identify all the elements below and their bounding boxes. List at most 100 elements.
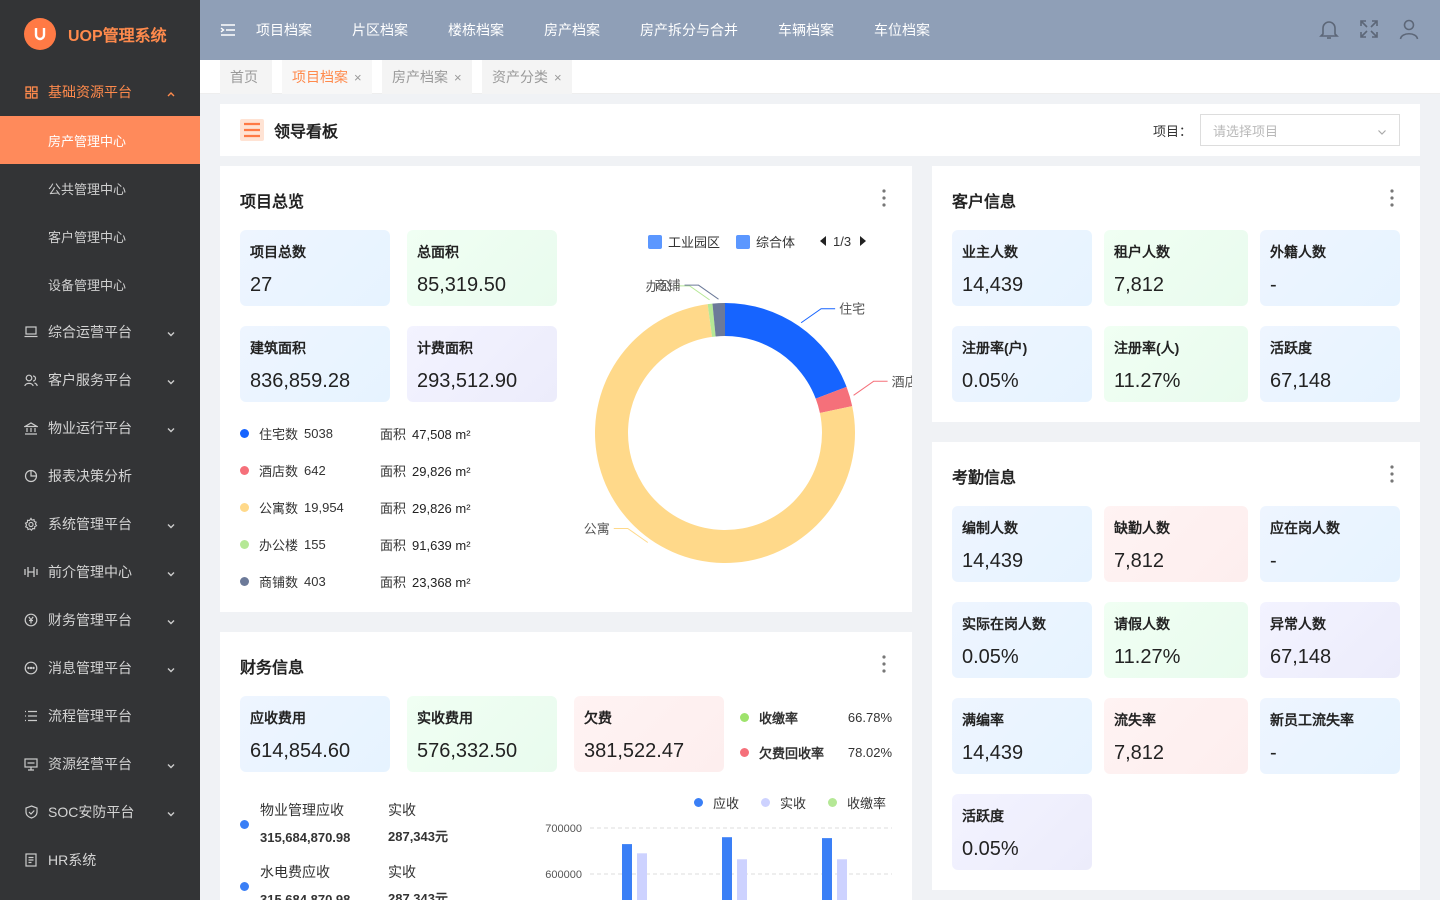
bar-0-1 (722, 837, 732, 900)
y-tick-1: 600000 (545, 869, 582, 881)
donut-label-4: 商铺 (655, 278, 681, 293)
sidebar-group-label: 流程管理平台 (48, 708, 132, 724)
signal-icon (24, 565, 38, 579)
sidebar-group-pre-intro[interactable]: 前介管理中心 (0, 548, 200, 596)
stat-label: 请假人数 (1114, 616, 1170, 632)
user-icon[interactable] (1398, 18, 1420, 40)
bar-0-2 (822, 838, 832, 900)
close-icon[interactable]: × (554, 70, 562, 85)
stat-reg-rate-person: 注册率(人) 11.27% (1104, 326, 1248, 402)
sidebar-group-basic-resources[interactable]: 基础资源平台 (0, 68, 200, 116)
sidebar-group-messages[interactable]: 消息管理平台 (0, 644, 200, 692)
monitor-icon (24, 757, 38, 771)
menu-fold-icon[interactable] (220, 22, 236, 38)
stat-tenant-count: 租户人数 7,812 (1104, 230, 1248, 306)
stat-absent: 缺勤人数 7,812 (1104, 506, 1248, 582)
stat-label: 异常人数 (1270, 616, 1326, 632)
nav-property-archive[interactable]: 房产档案 (544, 20, 600, 40)
sidebar-group-property-ops[interactable]: 物业运行平台 (0, 404, 200, 452)
sidebar-group-reports[interactable]: 报表决策分析 (0, 452, 200, 500)
sidebar-group-label: 综合运营平台 (48, 324, 132, 340)
stat-label: 业主人数 (962, 244, 1018, 260)
shield-icon (24, 805, 38, 819)
tab-project-archive[interactable]: 项目档案 × (282, 60, 372, 94)
project-overview-card: 项目总览 项目总数 27 总面积 85,319.50 建筑面积 836,859.… (220, 166, 912, 612)
finance-bar-chart: 700000 600000 (545, 823, 892, 900)
stat-reg-rate-household: 注册率(户) 0.05% (952, 326, 1092, 402)
sidebar-item-device-center[interactable]: 设备管理中心 (0, 260, 200, 308)
nav-project-archive[interactable]: 项目档案 (256, 20, 312, 40)
stat-value: 11.27% (1114, 646, 1181, 668)
sidebar-group-label: 消息管理平台 (48, 660, 132, 676)
tab-property-archive[interactable]: 房产档案 × (382, 60, 472, 94)
stat-actual-onduty: 实际在岗人数 0.05% (952, 602, 1092, 678)
stat-foreigner-count: 外籍人数 - (1260, 230, 1400, 306)
project-select[interactable]: 请选择项目 (1200, 114, 1400, 146)
bank-icon (24, 421, 38, 435)
nav-area-archive[interactable]: 片区档案 (352, 20, 408, 40)
bar-1-1 (737, 859, 747, 900)
chevron-down-icon (166, 518, 176, 529)
chevron-down-icon (166, 614, 176, 625)
nav-vehicle-archive[interactable]: 车辆档案 (778, 20, 834, 40)
stat-value: 67,148 (1270, 370, 1332, 392)
donut-leader-0 (800, 308, 836, 324)
tab-home[interactable]: 首页 (220, 60, 272, 94)
finance-card: 财务信息 应收费用 614,854.60 实收费用 576,332.50 欠费 … (220, 632, 912, 900)
donut-leader-3 (675, 285, 710, 301)
attendance-card: 考勤信息 编制人数 14,439 缺勤人数 7,812 应在岗人数 - 实际在岗人数 0… (932, 442, 1420, 890)
sidebar-group-label: 前介管理中心 (48, 564, 132, 580)
sidebar-group-workflow[interactable]: 流程管理平台 (0, 692, 200, 740)
sidebar: UOP管理系统 基础资源平台 房产管理中心 公共管理中心 客户管理中心 设备管理… (0, 0, 200, 900)
sidebar-group-hr[interactable]: HR系统 (0, 836, 200, 884)
page-title: 领导看板 (274, 124, 339, 141)
more-icon[interactable] (1390, 188, 1394, 208)
stat-label: 满编率 (962, 712, 1004, 728)
tab-label: 房产档案 (392, 69, 448, 85)
sidebar-group-label: 客户服务平台 (48, 372, 132, 388)
stat-label: 活跃度 (962, 808, 1004, 824)
sidebar-item-customer-center[interactable]: 客户管理中心 (0, 212, 200, 260)
sidebar-group-system[interactable]: 系统管理平台 (0, 500, 200, 548)
stat-value: 11.27% (1114, 370, 1181, 392)
sidebar-group-customer-service[interactable]: 客户服务平台 (0, 356, 200, 404)
close-icon[interactable]: × (354, 70, 362, 85)
nav-parking-archive[interactable]: 车位档案 (874, 20, 930, 40)
stat-value: 67,148 (1270, 646, 1332, 668)
stat-leave: 请假人数 11.27% (1104, 602, 1248, 678)
nav-building-archive[interactable]: 楼栋档案 (448, 20, 504, 40)
sidebar-group-label: 报表决策分析 (48, 468, 132, 484)
fullscreen-icon[interactable] (1358, 18, 1380, 40)
chevron-down-icon (1377, 125, 1387, 135)
stat-label: 注册率(户) (962, 340, 1028, 356)
message-icon (24, 661, 38, 675)
dashboard-titlebar: 领导看板 项目： 请选择项目 (220, 104, 1420, 156)
stat-label: 活跃度 (1270, 340, 1312, 356)
more-icon[interactable] (1390, 464, 1394, 484)
tab-asset-category[interactable]: 资产分类 × (482, 60, 572, 94)
sidebar-group-soc[interactable]: SOC安防平台 (0, 788, 200, 836)
stat-value: 7,812 (1114, 742, 1165, 764)
sidebar-group-operations[interactable]: 综合运营平台 (0, 308, 200, 356)
donut-leader-1 (853, 380, 888, 396)
sidebar-group-finance[interactable]: 财务管理平台 (0, 596, 200, 644)
stat-label: 新员工流失率 (1270, 712, 1354, 728)
donut-slice-0 (725, 303, 847, 399)
sidebar-item-public-center[interactable]: 公共管理中心 (0, 164, 200, 212)
stat-value: - (1270, 550, 1277, 572)
stat-value: 0.05% (962, 370, 1019, 392)
stat-label: 租户人数 (1114, 244, 1170, 260)
bell-icon[interactable] (1318, 18, 1340, 40)
donut-label-2: 公寓 (584, 521, 610, 536)
nav-property-split-merge[interactable]: 房产拆分与合并 (640, 20, 738, 40)
card-title: 考勤信息 (952, 470, 1017, 487)
logo: UOP管理系统 (0, 0, 200, 68)
chevron-down-icon (166, 374, 176, 385)
sidebar-group-label: 物业运行平台 (48, 420, 132, 436)
sidebar-group-resource-biz[interactable]: 资源经营平台 (0, 740, 200, 788)
sidebar-item-property-center[interactable]: 房产管理中心 (0, 116, 200, 164)
stat-label: 缺勤人数 (1114, 520, 1170, 536)
chevron-down-icon (166, 806, 176, 817)
close-icon[interactable]: × (454, 70, 462, 85)
sidebar-group-label: 基础资源平台 (48, 84, 132, 100)
